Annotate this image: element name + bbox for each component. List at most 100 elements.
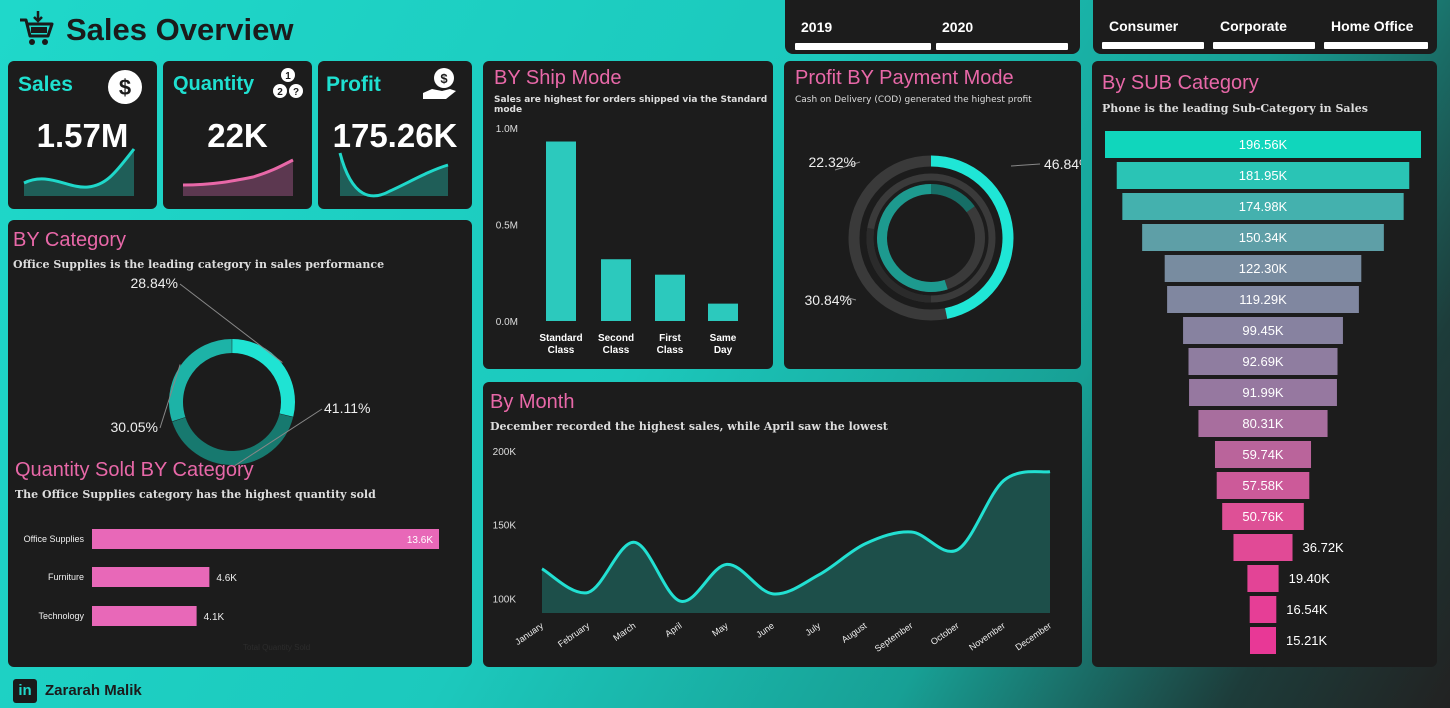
subcategory-bar-value: 57.58K bbox=[1242, 478, 1284, 493]
kpi-card-profit: Profit $ 175.26K bbox=[318, 61, 472, 209]
quantity-axis-title: Total Quantity Sold bbox=[243, 643, 311, 652]
kpi-sparkline bbox=[182, 158, 294, 196]
subcategory-bar-value: 150.34K bbox=[1239, 230, 1288, 245]
quantity-bar-value: 4.6K bbox=[216, 573, 237, 584]
month-y-tick: 200K bbox=[493, 447, 517, 458]
kpi-sparkline bbox=[23, 148, 136, 196]
quantity-category-label: Technology bbox=[38, 611, 84, 621]
ship-mode-y-tick: 0.0M bbox=[496, 317, 518, 328]
ship-mode-bar[interactable] bbox=[708, 303, 738, 321]
month-y-tick: 100K bbox=[493, 594, 517, 605]
ship-mode-bar[interactable] bbox=[655, 274, 685, 321]
ship-mode-x-label: Class bbox=[657, 345, 684, 356]
svg-text:2: 2 bbox=[277, 87, 283, 98]
year-2020-bar[interactable] bbox=[936, 43, 1068, 50]
quantity-category-subtitle: The Office Supplies category has the hig… bbox=[15, 488, 376, 501]
kpi-label: Quantity bbox=[173, 73, 255, 95]
subcategory-bar-value: 92.69K bbox=[1242, 354, 1284, 369]
subcategory-title: By SUB Category bbox=[1102, 72, 1259, 94]
category-slice-label: 41.11% bbox=[324, 400, 370, 416]
quantity-bar-chart: Office Supplies 13.6K Furniture 4.6K Technol… bbox=[24, 529, 439, 626]
segment-home-office-bar[interactable] bbox=[1324, 42, 1428, 49]
subcategory-subtitle: Phone is the leading Sub-Category in Sal… bbox=[1102, 102, 1368, 115]
ship-mode-x-label: Same bbox=[710, 333, 737, 344]
month-y-tick: 150K bbox=[493, 521, 517, 532]
linkedin-icon[interactable]: in bbox=[13, 679, 37, 703]
kpi-sparkline bbox=[338, 152, 449, 198]
ship-mode-bar[interactable] bbox=[546, 141, 576, 321]
segment-option-home-office[interactable]: Home Office bbox=[1331, 18, 1413, 34]
year-option-2020[interactable]: 2020 bbox=[942, 19, 973, 35]
segment-consumer-bar[interactable] bbox=[1102, 42, 1204, 49]
kpi-card-sales: Sales $ 1.57M bbox=[8, 61, 157, 209]
category-panel: BY Category Office Supplies is the leadi… bbox=[8, 220, 472, 667]
quantity-bar[interactable] bbox=[92, 529, 439, 549]
ship-mode-title: BY Ship Mode bbox=[494, 67, 622, 89]
month-panel: By Month December recorded the highest s… bbox=[483, 382, 1082, 667]
year-2019-bar[interactable] bbox=[795, 43, 931, 50]
hand-money-icon: $ bbox=[423, 68, 456, 99]
category-slice-label: 28.84% bbox=[131, 275, 178, 291]
month-x-label: October bbox=[929, 620, 961, 647]
subcategory-bar[interactable] bbox=[1247, 565, 1279, 592]
quantity-category-label: Furniture bbox=[48, 572, 84, 582]
subcategory-bar-value: 50.76K bbox=[1242, 509, 1284, 524]
segment-option-corporate[interactable]: Corporate bbox=[1220, 18, 1287, 34]
quantity-bar-value: 4.1K bbox=[204, 612, 225, 623]
category-slice[interactable] bbox=[169, 339, 233, 422]
category-slice[interactable] bbox=[231, 339, 295, 417]
subcategory-bar-value: 181.95K bbox=[1239, 168, 1288, 183]
ship-mode-panel: BY Ship Mode Sales are highest for order… bbox=[483, 61, 773, 369]
quantity-category-title: Quantity Sold BY Category bbox=[15, 459, 254, 481]
subcategory-bar-value: 174.98K bbox=[1239, 199, 1288, 214]
subcategory-bar-value: 80.31K bbox=[1242, 416, 1284, 431]
ship-mode-bar-chart: 1.0M0.5M0.0MStandardClassSecondClassFirs… bbox=[496, 124, 738, 356]
payment-mode-donut-chart: 46.84% 22.32% 30.84% bbox=[805, 154, 1081, 321]
payment-leader-line bbox=[1010, 163, 1041, 167]
payment-slice-label: 30.84% bbox=[805, 292, 852, 308]
quantity-bar[interactable] bbox=[92, 606, 197, 626]
subcategory-panel: By SUB Category Phone is the leading Sub… bbox=[1092, 61, 1437, 667]
month-x-label: March bbox=[611, 620, 637, 643]
ship-mode-x-label: Class bbox=[603, 345, 630, 356]
subcategory-bar-value: 16.54K bbox=[1286, 602, 1328, 617]
payment-mode-title: Profit BY Payment Mode bbox=[795, 67, 1014, 89]
year-option-2019[interactable]: 2019 bbox=[801, 19, 832, 35]
subcategory-bar-value: 19.40K bbox=[1289, 571, 1331, 586]
month-subtitle: December recorded the highest sales, whi… bbox=[490, 420, 888, 433]
segment-slicer: Consumer Corporate Home Office bbox=[1093, 0, 1437, 54]
subcategory-bar[interactable] bbox=[1249, 596, 1277, 623]
kpi-label: Sales bbox=[18, 73, 73, 96]
subcategory-bar-value: 36.72K bbox=[1303, 540, 1345, 555]
subcategory-funnel-chart: 196.56K 181.95K 174.98K 150.34K 122.30K 119.2… bbox=[1105, 131, 1421, 654]
category-donut-chart: 28.84% 41.11% 30.05% bbox=[111, 275, 370, 467]
segment-corporate-bar[interactable] bbox=[1213, 42, 1315, 49]
category-leader-line bbox=[234, 408, 323, 467]
month-x-label: May bbox=[710, 620, 730, 638]
month-x-label: April bbox=[663, 620, 683, 639]
payment-slice[interactable] bbox=[930, 184, 975, 213]
payment-slice[interactable] bbox=[877, 184, 948, 292]
svg-text:$: $ bbox=[440, 71, 448, 86]
ship-mode-y-tick: 1.0M bbox=[496, 124, 518, 135]
month-title: By Month bbox=[490, 391, 575, 413]
category-title: BY Category bbox=[13, 229, 127, 251]
subcategory-bar-value: 15.21K bbox=[1286, 633, 1328, 648]
ship-mode-bar[interactable] bbox=[601, 259, 631, 321]
category-slice[interactable] bbox=[172, 413, 294, 465]
month-area-chart: 200K 150K 100K January February March April May… bbox=[493, 447, 1054, 654]
subcategory-bar-value: 99.45K bbox=[1242, 323, 1284, 338]
subcategory-bar-value: 122.30K bbox=[1239, 261, 1288, 276]
subcategory-bar[interactable] bbox=[1233, 534, 1293, 561]
author-name: Zararah Malik bbox=[45, 682, 142, 699]
subcategory-bar[interactable] bbox=[1250, 627, 1276, 654]
month-x-label: August bbox=[840, 620, 869, 645]
quantity-bar[interactable] bbox=[92, 567, 210, 587]
month-x-label: November bbox=[967, 620, 1007, 652]
svg-text:1: 1 bbox=[285, 71, 291, 82]
month-x-label: January bbox=[513, 620, 545, 647]
segment-option-consumer[interactable]: Consumer bbox=[1109, 18, 1178, 34]
month-x-label: June bbox=[754, 620, 776, 639]
kpi-label: Profit bbox=[326, 73, 381, 96]
dollar-circle-icon: $ bbox=[108, 70, 142, 104]
